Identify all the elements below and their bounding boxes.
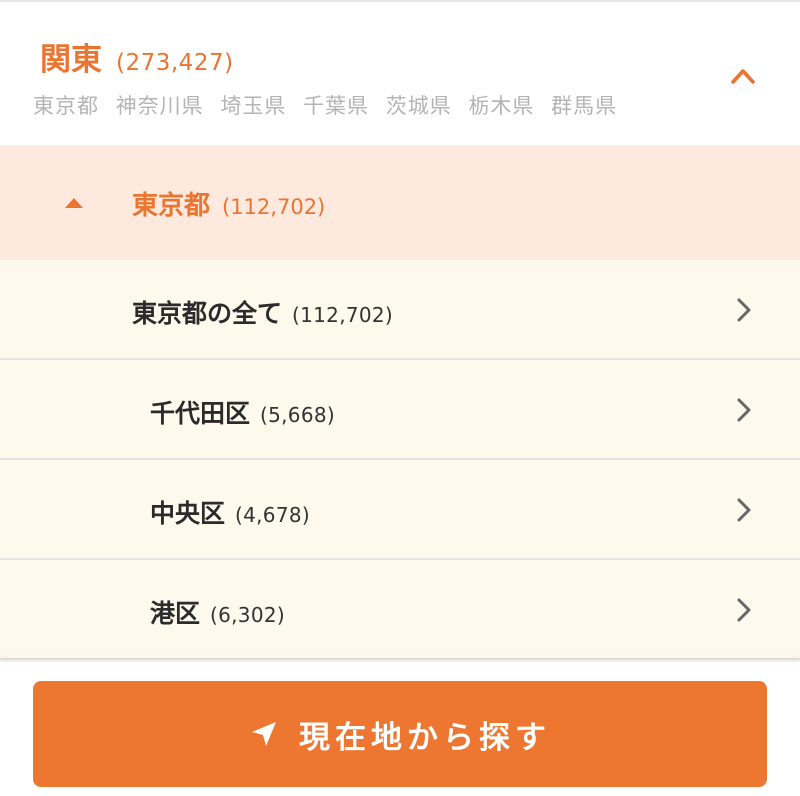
region-name: 関東 [40, 42, 102, 78]
row-text: 千代田区 (5,668) [150, 394, 335, 430]
chevron-up-icon[interactable] [730, 66, 756, 86]
region-prefecture: 栃木県 [468, 94, 535, 118]
bottom-action-bar: 現在地から探す [0, 662, 800, 796]
region-prefecture: 群馬県 [551, 94, 618, 118]
region-prefecture: 千葉県 [303, 94, 370, 118]
city-name: 千代田区 [150, 399, 251, 428]
prefecture-count: (112,702) [222, 195, 326, 219]
city-count: (6,302) [210, 603, 285, 627]
chevron-right-icon [737, 398, 751, 422]
area-selector: 関東 (273,427) 東京都 神奈川県 埼玉県 千葉県 茨城県 栃木県 群馬… [0, 0, 800, 796]
city-name: 中央区 [150, 499, 226, 528]
city-count: (4,678) [235, 503, 310, 527]
caret-up-icon [65, 198, 83, 208]
chevron-right-icon [737, 298, 751, 322]
city-count: (5,668) [260, 403, 335, 427]
row-text: 東京都の全て (112,702) [132, 294, 393, 330]
chevron-right-icon [737, 498, 751, 522]
city-count: (112,702) [292, 303, 394, 327]
region-prefecture: 東京都 [33, 94, 99, 118]
search-by-current-location-button[interactable]: 現在地から探す [33, 681, 767, 787]
prefecture-title: 東京都 (112,702) [132, 185, 325, 222]
city-row-all-tokyo[interactable]: 東京都の全て (112,702) [0, 260, 800, 360]
region-header-kanto[interactable]: 関東 (273,427) 東京都 神奈川県 埼玉県 千葉県 茨城県 栃木県 群馬… [0, 2, 800, 145]
region-title: 関東 (273,427) [40, 34, 234, 79]
prefecture-name: 東京都 [132, 191, 211, 221]
row-text: 中央区 (4,678) [150, 494, 310, 530]
row-text: 港区 (6,302) [150, 594, 285, 630]
city-row-chuo[interactable]: 中央区 (4,678) [0, 460, 800, 560]
city-list: 東京都の全て (112,702) 千代田区 (5,668) 中央区 (4,678… [0, 260, 800, 662]
region-prefecture: 茨城県 [385, 94, 452, 118]
city-name: 港区 [150, 599, 201, 628]
region-prefecture-list: 東京都 神奈川県 埼玉県 千葉県 茨城県 栃木県 群馬県 [33, 90, 626, 120]
city-name: 東京都の全て [132, 299, 283, 328]
prefecture-header-tokyo[interactable]: 東京都 (112,702) [0, 145, 800, 260]
region-count: (273,427) [116, 50, 234, 76]
region-prefecture: 神奈川県 [115, 94, 204, 118]
city-row-chiyoda[interactable]: 千代田区 (5,668) [0, 360, 800, 460]
location-arrow-icon [252, 722, 276, 746]
city-row-minato[interactable]: 港区 (6,302) [0, 560, 800, 660]
chevron-right-icon [737, 598, 751, 622]
locate-button-label: 現在地から探す [299, 719, 551, 756]
region-prefecture: 埼玉県 [220, 94, 287, 118]
